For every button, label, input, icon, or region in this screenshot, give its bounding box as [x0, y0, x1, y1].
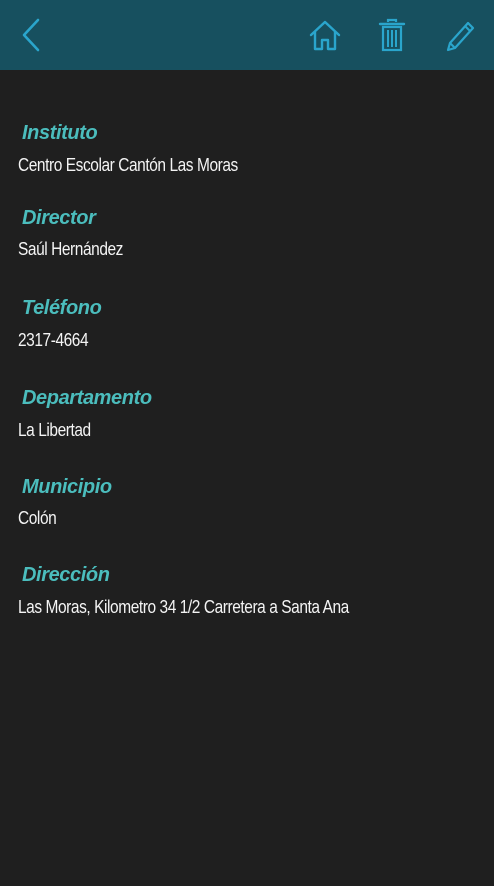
field-value: Colón [18, 508, 57, 528]
field-label: Instituto [22, 122, 98, 144]
field-value: 2317-4664 [18, 330, 89, 350]
home-icon [309, 20, 341, 51]
chevron-left-icon [22, 18, 40, 52]
field-label: Dirección [22, 564, 110, 586]
field-value: La Libertad [18, 420, 91, 440]
home-button[interactable] [307, 16, 343, 54]
pencil-icon [446, 21, 475, 52]
field-value: Las Moras, Kilometro 34 1/2 Carretera a … [18, 597, 349, 617]
top-toolbar [0, 0, 494, 70]
field-label: Departamento [22, 387, 152, 409]
field-value: Centro Escolar Cantón Las Moras [18, 155, 238, 175]
trash-icon [378, 18, 406, 52]
back-button[interactable] [12, 16, 48, 54]
delete-button[interactable] [374, 16, 410, 54]
field-label: Director [22, 207, 96, 229]
field-label: Municipio [22, 476, 112, 498]
field-value: Saúl Hernández [18, 239, 124, 259]
edit-button[interactable] [443, 16, 479, 54]
field-label: Teléfono [22, 297, 102, 319]
